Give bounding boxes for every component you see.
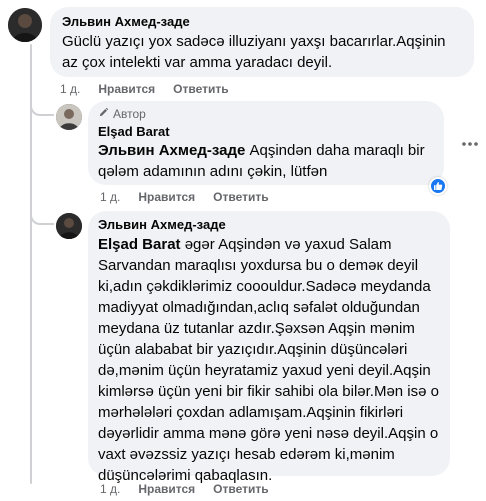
mention-tag[interactable]: Elşad Barat xyxy=(98,236,181,253)
comment-actions: 1 д. Нравится Ответить xyxy=(100,482,269,496)
comment-author[interactable]: Elşad Barat xyxy=(98,124,434,139)
more-horizontal-icon[interactable] xyxy=(454,128,486,160)
like-button[interactable]: Нравится xyxy=(138,190,195,204)
comment-bubble: Эльвин Ахмед-заде Güclü yazıçı yox sadəc… xyxy=(50,7,474,77)
comment-time[interactable]: 1 д. xyxy=(60,82,80,96)
author-badge: Автор xyxy=(98,107,434,121)
avatar[interactable] xyxy=(56,213,82,239)
comment-text: Elşad Barat əgər Aqşindən və yaxud Salam… xyxy=(98,236,439,484)
reply-connector xyxy=(30,205,54,225)
reply-button[interactable]: Ответить xyxy=(213,482,268,496)
comment-time[interactable]: 1 д. xyxy=(100,482,120,496)
comment-author[interactable]: Эльвин Ахмед-заде xyxy=(62,14,462,29)
like-button[interactable]: Нравится xyxy=(98,82,155,96)
comment-text: Эльвин Ахмед-заде Aqşindən daha maraqlı … xyxy=(98,142,425,180)
reply-connector xyxy=(30,98,54,116)
avatar-image xyxy=(56,104,82,130)
avatar[interactable] xyxy=(8,8,42,42)
comment-actions: 1 д. Нравится Ответить xyxy=(60,82,229,96)
comment-bubble: Автор Elşad Barat Эльвин Ахмед-заде Aqşi… xyxy=(88,101,444,185)
comment-author[interactable]: Эльвин Ахмед-заде xyxy=(98,217,440,232)
like-thumb-icon[interactable] xyxy=(429,177,447,195)
comment-actions: 1 д. Нравится Ответить xyxy=(100,190,269,204)
comment-bubble: Эльвин Ахмед-заде Elşad Barat əgər Aqşin… xyxy=(88,211,450,484)
pen-icon xyxy=(98,107,109,121)
author-badge-label: Автор xyxy=(113,107,146,121)
reply-button[interactable]: Ответить xyxy=(213,190,268,204)
mention-tag[interactable]: Эльвин Ахмед-заде xyxy=(98,142,245,159)
avatar-image xyxy=(56,213,82,239)
like-button[interactable]: Нравится xyxy=(138,482,195,496)
avatar-image xyxy=(8,8,42,42)
reply-button[interactable]: Ответить xyxy=(173,82,228,96)
avatar[interactable] xyxy=(56,104,82,130)
comment-text: Güclü yazıçı yox sadəcə illuziyanı yaxşı… xyxy=(62,33,446,71)
comment-time[interactable]: 1 д. xyxy=(100,190,120,204)
